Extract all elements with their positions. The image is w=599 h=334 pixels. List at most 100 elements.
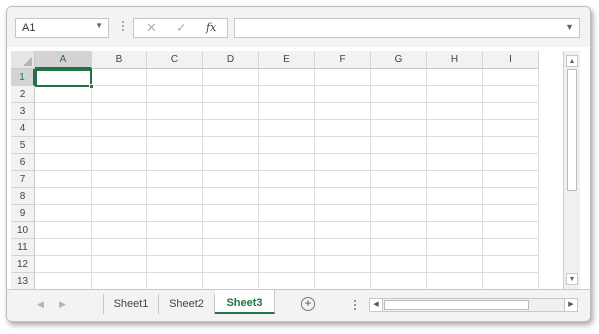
cell-c5[interactable] bbox=[147, 137, 203, 154]
cell-i8[interactable] bbox=[483, 188, 539, 205]
add-sheet-icon[interactable]: + bbox=[301, 297, 315, 311]
cell-c9[interactable] bbox=[147, 205, 203, 222]
fill-handle[interactable] bbox=[89, 84, 94, 89]
formula-input[interactable]: ▼ bbox=[234, 18, 580, 38]
scroll-down-icon[interactable]: ▼ bbox=[566, 273, 578, 285]
cell-h6[interactable] bbox=[427, 154, 483, 171]
cell-f3[interactable] bbox=[315, 103, 371, 120]
cell-i3[interactable] bbox=[483, 103, 539, 120]
cell-a9[interactable] bbox=[35, 205, 92, 222]
scroll-right-icon[interactable]: ▶ bbox=[564, 298, 578, 312]
cell-i5[interactable] bbox=[483, 137, 539, 154]
cell-h1[interactable] bbox=[427, 69, 483, 86]
cell-f7[interactable] bbox=[315, 171, 371, 188]
cell-c12[interactable] bbox=[147, 256, 203, 273]
column-header-g[interactable]: G bbox=[371, 51, 427, 69]
tab-sheet3[interactable]: Sheet3 bbox=[215, 290, 275, 314]
cell-g6[interactable] bbox=[371, 154, 427, 171]
row-header-8[interactable]: 8 bbox=[11, 188, 35, 205]
cell-c13[interactable] bbox=[147, 273, 203, 289]
cell-f8[interactable] bbox=[315, 188, 371, 205]
cell-e9[interactable] bbox=[259, 205, 315, 222]
cell-c1[interactable] bbox=[147, 69, 203, 86]
cell-g13[interactable] bbox=[371, 273, 427, 289]
tab-next-icon[interactable]: ▶ bbox=[59, 299, 66, 310]
cell-a5[interactable] bbox=[35, 137, 92, 154]
row-header-6[interactable]: 6 bbox=[11, 154, 35, 171]
cell-c11[interactable] bbox=[147, 239, 203, 256]
cell-g1[interactable] bbox=[371, 69, 427, 86]
cell-e1[interactable] bbox=[259, 69, 315, 86]
cell-i13[interactable] bbox=[483, 273, 539, 289]
cell-b12[interactable] bbox=[92, 256, 147, 273]
row-header-10[interactable]: 10 bbox=[11, 222, 35, 239]
cell-c7[interactable] bbox=[147, 171, 203, 188]
cell-a7[interactable] bbox=[35, 171, 92, 188]
chevron-down-icon[interactable]: ▼ bbox=[565, 22, 574, 32]
cell-g9[interactable] bbox=[371, 205, 427, 222]
tab-prev-icon[interactable]: ◀ bbox=[37, 299, 44, 310]
cell-h2[interactable] bbox=[427, 86, 483, 103]
cell-b6[interactable] bbox=[92, 154, 147, 171]
scrollbar-thumb[interactable] bbox=[384, 300, 529, 310]
cell-e6[interactable] bbox=[259, 154, 315, 171]
cell-i2[interactable] bbox=[483, 86, 539, 103]
cell-h7[interactable] bbox=[427, 171, 483, 188]
cell-i12[interactable] bbox=[483, 256, 539, 273]
column-header-d[interactable]: D bbox=[203, 51, 259, 69]
tab-split-handle[interactable] bbox=[354, 300, 357, 312]
cell-e7[interactable] bbox=[259, 171, 315, 188]
cell-h4[interactable] bbox=[427, 120, 483, 137]
cell-h13[interactable] bbox=[427, 273, 483, 289]
select-all-button[interactable] bbox=[11, 51, 35, 69]
cell-a10[interactable] bbox=[35, 222, 92, 239]
tab-sheet2[interactable]: Sheet2 bbox=[159, 294, 215, 314]
chevron-down-icon[interactable]: ▼ bbox=[95, 21, 103, 30]
tab-sheet1[interactable]: Sheet1 bbox=[103, 294, 159, 314]
cell-g5[interactable] bbox=[371, 137, 427, 154]
column-header-a[interactable]: A bbox=[35, 51, 92, 69]
cell-d9[interactable] bbox=[203, 205, 259, 222]
column-header-b[interactable]: B bbox=[92, 51, 147, 69]
cell-h5[interactable] bbox=[427, 137, 483, 154]
column-header-h[interactable]: H bbox=[427, 51, 483, 69]
cell-b5[interactable] bbox=[92, 137, 147, 154]
cell-b7[interactable] bbox=[92, 171, 147, 188]
cell-i6[interactable] bbox=[483, 154, 539, 171]
cell-d2[interactable] bbox=[203, 86, 259, 103]
cell-f6[interactable] bbox=[315, 154, 371, 171]
cell-d3[interactable] bbox=[203, 103, 259, 120]
cell-b4[interactable] bbox=[92, 120, 147, 137]
cell-f9[interactable] bbox=[315, 205, 371, 222]
scrollbar-thumb[interactable] bbox=[567, 69, 577, 191]
horizontal-scrollbar[interactable]: ◀ ▶ bbox=[369, 298, 578, 312]
cell-d6[interactable] bbox=[203, 154, 259, 171]
insert-function-button[interactable]: fx bbox=[206, 21, 216, 34]
cell-b11[interactable] bbox=[92, 239, 147, 256]
cancel-icon[interactable]: ✕ bbox=[146, 20, 157, 36]
row-header-12[interactable]: 12 bbox=[11, 256, 35, 273]
cell-f10[interactable] bbox=[315, 222, 371, 239]
cell-i1[interactable] bbox=[483, 69, 539, 86]
cell-b13[interactable] bbox=[92, 273, 147, 289]
name-box[interactable]: A1 ▼ bbox=[15, 18, 109, 38]
column-header-i[interactable]: I bbox=[483, 51, 539, 69]
row-header-4[interactable]: 4 bbox=[11, 120, 35, 137]
enter-icon[interactable]: ✓ bbox=[176, 20, 187, 36]
cell-g12[interactable] bbox=[371, 256, 427, 273]
scroll-up-icon[interactable]: ▲ bbox=[566, 55, 578, 67]
cell-g10[interactable] bbox=[371, 222, 427, 239]
cell-d10[interactable] bbox=[203, 222, 259, 239]
cell-f5[interactable] bbox=[315, 137, 371, 154]
cell-b8[interactable] bbox=[92, 188, 147, 205]
cell-i9[interactable] bbox=[483, 205, 539, 222]
cell-b2[interactable] bbox=[92, 86, 147, 103]
cell-h8[interactable] bbox=[427, 188, 483, 205]
cell-i7[interactable] bbox=[483, 171, 539, 188]
cell-f4[interactable] bbox=[315, 120, 371, 137]
cell-a11[interactable] bbox=[35, 239, 92, 256]
row-header-1[interactable]: 1 bbox=[11, 69, 35, 86]
cell-i4[interactable] bbox=[483, 120, 539, 137]
cell-g2[interactable] bbox=[371, 86, 427, 103]
cell-g7[interactable] bbox=[371, 171, 427, 188]
